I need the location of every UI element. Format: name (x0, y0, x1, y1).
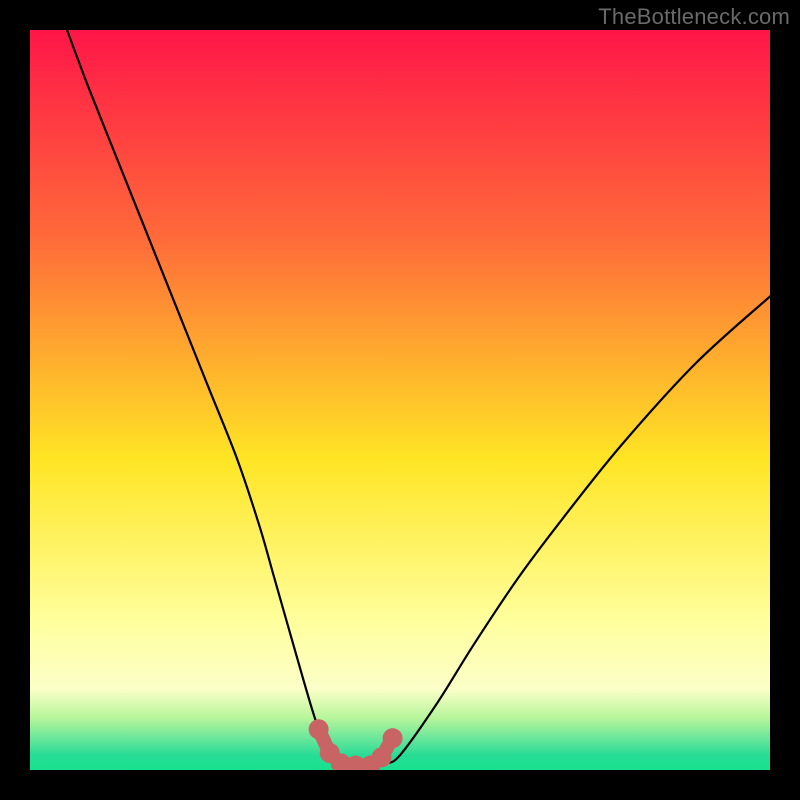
plot-area (30, 30, 770, 770)
bottleneck-chart (30, 30, 770, 770)
outer-frame: TheBottleneck.com (0, 0, 800, 800)
watermark-text: TheBottleneck.com (598, 4, 790, 30)
gradient-background (30, 30, 770, 770)
